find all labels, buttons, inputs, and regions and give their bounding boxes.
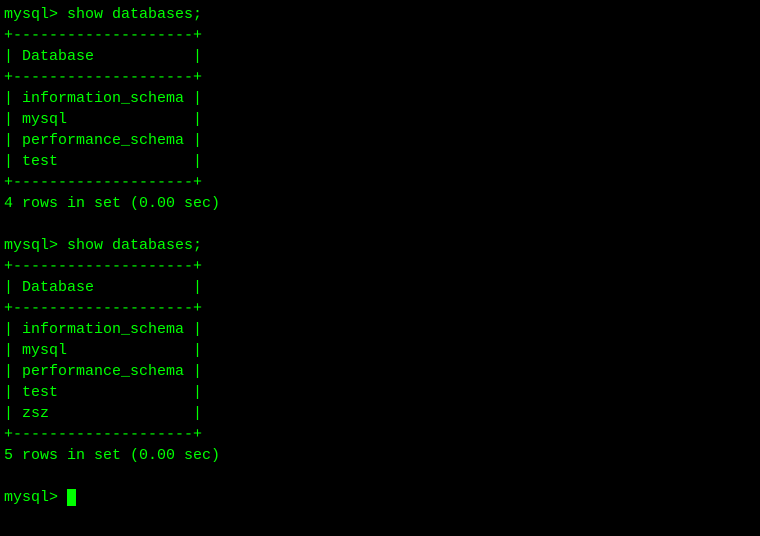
table-row: | performance_schema |: [4, 363, 202, 380]
table-border: +--------------------+: [4, 69, 202, 86]
table-border: +--------------------+: [4, 174, 202, 191]
result-summary: 5 rows in set (0.00 sec): [4, 447, 220, 464]
command-text: show databases;: [67, 237, 202, 254]
table-row: | information_schema |: [4, 90, 202, 107]
prompt: mysql>: [4, 6, 67, 23]
table-header: | Database |: [4, 279, 202, 296]
table-border: +--------------------+: [4, 426, 202, 443]
table-border: +--------------------+: [4, 258, 202, 275]
prompt: mysql>: [4, 237, 67, 254]
table-row: | zsz |: [4, 405, 202, 422]
table-border: +--------------------+: [4, 27, 202, 44]
table-row: | test |: [4, 153, 202, 170]
table-row: | test |: [4, 384, 202, 401]
terminal-output: mysql> show databases; +----------------…: [4, 6, 220, 506]
cursor-icon[interactable]: [67, 489, 76, 506]
command-text: show databases;: [67, 6, 202, 23]
table-row: | mysql |: [4, 342, 202, 359]
result-summary: 4 rows in set (0.00 sec): [4, 195, 220, 212]
table-row: | information_schema |: [4, 321, 202, 338]
prompt: mysql>: [4, 489, 67, 506]
table-header: | Database |: [4, 48, 202, 65]
table-border: +--------------------+: [4, 300, 202, 317]
table-row: | mysql |: [4, 111, 202, 128]
table-row: | performance_schema |: [4, 132, 202, 149]
